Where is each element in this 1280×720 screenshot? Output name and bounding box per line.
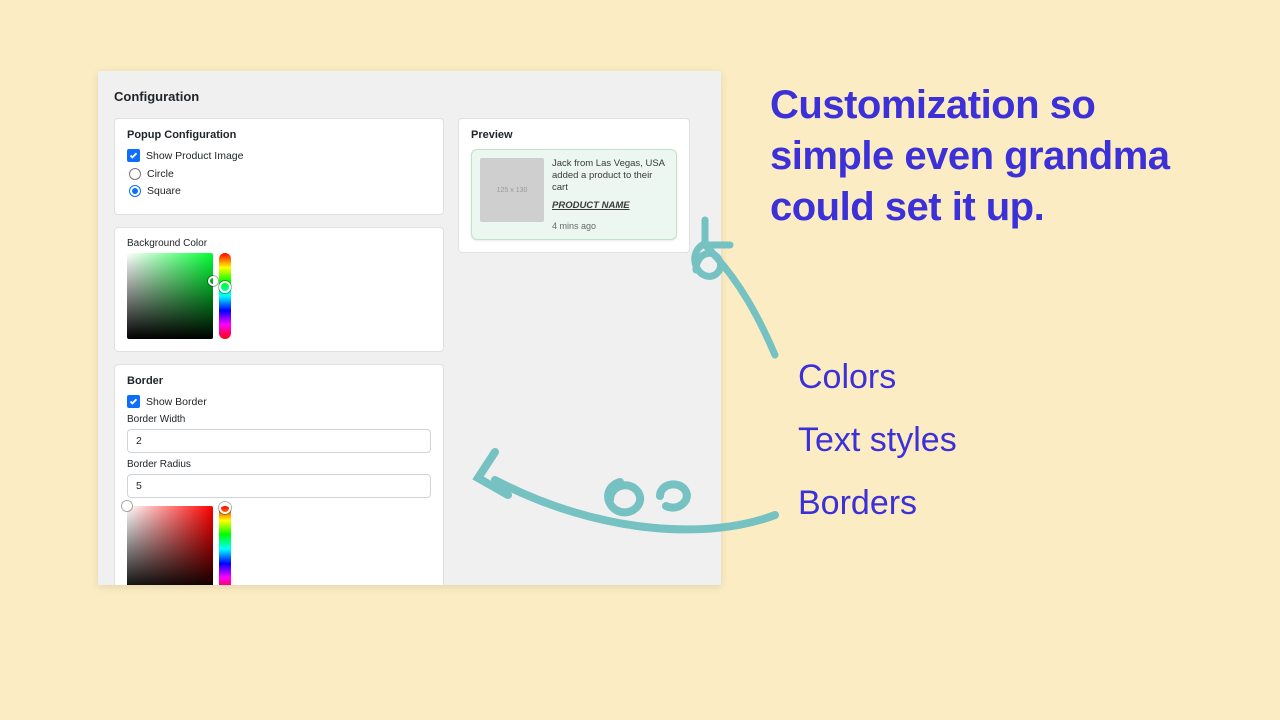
marketing-headline: Customization so simple even grandma cou… (770, 80, 1225, 234)
popup-config-title: Popup Configuration (127, 129, 431, 141)
shape-radio-square[interactable]: Square (129, 185, 431, 197)
border-saturation-picker[interactable] (127, 506, 213, 585)
border-card: Border Show Border Border Width Border R… (114, 364, 444, 585)
preview-product-name: PRODUCT NAME (552, 200, 668, 211)
border-radius-label: Border Radius (127, 459, 431, 470)
bg-hue-handle[interactable] (219, 281, 231, 293)
bg-sat-handle[interactable] (208, 276, 218, 286)
bg-saturation-picker[interactable] (127, 253, 213, 339)
border-hue-slider[interactable] (219, 506, 231, 585)
feature-borders: Borders (798, 472, 957, 535)
show-product-image-label: Show Product Image (146, 150, 243, 162)
radio-unchecked-icon (129, 168, 141, 180)
background-color-label: Background Color (127, 238, 431, 249)
shape-square-label: Square (147, 185, 181, 197)
show-border-label: Show Border (146, 396, 207, 408)
border-radius-input[interactable] (127, 474, 431, 498)
border-width-input[interactable] (127, 429, 431, 453)
bg-hue-slider[interactable] (219, 253, 231, 339)
feature-colors: Colors (798, 346, 957, 409)
preview-timestamp: 4 mins ago (552, 221, 668, 231)
page-title: Configuration (114, 89, 705, 104)
marketing-features: Colors Text styles Borders (798, 346, 957, 535)
preview-card: Preview 125 x 130 Jack from Las Vegas, U… (458, 118, 690, 253)
radio-checked-icon (129, 185, 141, 197)
shape-circle-label: Circle (147, 168, 174, 180)
checkbox-checked-icon (127, 149, 140, 162)
show-product-image-checkbox[interactable]: Show Product Image (127, 149, 431, 162)
popup-config-card: Popup Configuration Show Product Image C… (114, 118, 444, 215)
border-title: Border (127, 375, 431, 387)
preview-title: Preview (471, 129, 677, 141)
checkbox-checked-icon (127, 395, 140, 408)
preview-message: Jack from Las Vegas, USA added a product… (552, 158, 668, 194)
feature-text-styles: Text styles (798, 409, 957, 472)
border-sat-handle[interactable] (122, 501, 132, 511)
background-color-card: Background Color (114, 227, 444, 352)
shape-radio-circle[interactable]: Circle (129, 168, 431, 180)
border-width-label: Border Width (127, 414, 431, 425)
show-border-checkbox[interactable]: Show Border (127, 395, 431, 408)
config-panel: Configuration Popup Configuration Show P… (98, 71, 721, 585)
border-hue-handle[interactable] (219, 502, 231, 514)
preview-popup: 125 x 130 Jack from Las Vegas, USA added… (471, 149, 677, 240)
preview-image-placeholder: 125 x 130 (480, 158, 544, 222)
